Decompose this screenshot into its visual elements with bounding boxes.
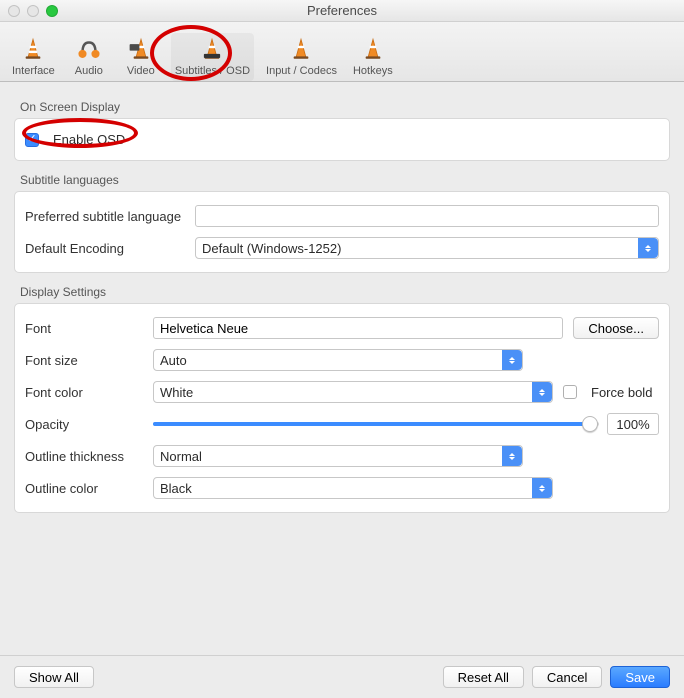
tab-label: Hotkeys	[353, 65, 393, 77]
close-window-button[interactable]	[8, 5, 20, 17]
titlebar: Preferences	[0, 0, 684, 22]
fontsize-select[interactable]: Auto	[153, 349, 523, 371]
chevron-updown-icon	[502, 350, 522, 370]
fontcolor-select[interactable]: White	[153, 381, 553, 403]
encoding-value: Default (Windows-1252)	[202, 241, 341, 256]
pref-lang-label: Preferred subtitle language	[25, 209, 185, 224]
sublang-group-label: Subtitle languages	[20, 173, 670, 187]
content-area: On Screen Display Enable OSD Subtitle la…	[0, 82, 684, 652]
outline-color-label: Outline color	[25, 481, 143, 496]
font-input[interactable]	[153, 317, 563, 339]
choose-font-button[interactable]: Choose...	[573, 317, 659, 339]
input-codecs-icon	[285, 35, 317, 63]
chevron-updown-icon	[502, 446, 522, 466]
encoding-select[interactable]: Default (Windows-1252)	[195, 237, 659, 259]
pref-lang-input[interactable]	[195, 205, 659, 227]
encoding-label: Default Encoding	[25, 241, 185, 256]
force-bold-label: Force bold	[591, 385, 652, 400]
display-group: Font Choose... Font size Auto Font color…	[14, 303, 670, 513]
tab-label: Video	[127, 65, 155, 77]
font-label: Font	[25, 321, 143, 336]
interface-icon	[17, 35, 49, 63]
chevron-updown-icon	[638, 238, 658, 258]
window-title: Preferences	[307, 3, 377, 18]
tab-video[interactable]: Video	[119, 33, 163, 81]
fontcolor-label: Font color	[25, 385, 143, 400]
enable-osd-label: Enable OSD	[53, 132, 125, 147]
cancel-button[interactable]: Cancel	[532, 666, 602, 688]
save-button[interactable]: Save	[610, 666, 670, 688]
tab-label: Interface	[12, 65, 55, 77]
display-group-label: Display Settings	[20, 285, 670, 299]
outline-thickness-value: Normal	[160, 449, 202, 464]
subtitles-icon	[196, 35, 228, 63]
outline-thickness-select[interactable]: Normal	[153, 445, 523, 467]
osd-group-label: On Screen Display	[20, 100, 670, 114]
zoom-window-button[interactable]	[46, 5, 58, 17]
enable-osd-checkbox[interactable]	[25, 133, 39, 147]
tab-audio[interactable]: Audio	[67, 33, 111, 81]
osd-group: Enable OSD	[14, 118, 670, 161]
opacity-label: Opacity	[25, 417, 143, 432]
chevron-updown-icon	[532, 478, 552, 498]
force-bold-checkbox[interactable]	[563, 385, 577, 399]
fontsize-label: Font size	[25, 353, 143, 368]
tab-hotkeys[interactable]: Hotkeys	[349, 33, 397, 81]
tab-label: Audio	[75, 65, 103, 77]
minimize-window-button[interactable]	[27, 5, 39, 17]
opacity-value: 100%	[607, 413, 659, 435]
outline-color-select[interactable]: Black	[153, 477, 553, 499]
fontcolor-value: White	[160, 385, 193, 400]
hotkeys-icon	[357, 35, 389, 63]
opacity-slider[interactable]	[153, 422, 599, 426]
footer-bar: Show All Reset All Cancel Save	[0, 655, 684, 698]
tab-input-codecs[interactable]: Input / Codecs	[262, 33, 341, 81]
outline-color-value: Black	[160, 481, 192, 496]
reset-all-button[interactable]: Reset All	[443, 666, 524, 688]
fontsize-value: Auto	[160, 353, 187, 368]
tab-interface[interactable]: Interface	[8, 33, 59, 81]
chevron-updown-icon	[532, 382, 552, 402]
tab-label: Input / Codecs	[266, 65, 337, 77]
video-icon	[125, 35, 157, 63]
tab-subtitles-osd[interactable]: Subtitles / OSD	[171, 33, 254, 81]
preferences-toolbar: Interface Audio Video Subtitles / OSD In…	[0, 22, 684, 82]
tab-label: Subtitles / OSD	[175, 65, 250, 77]
show-all-button[interactable]: Show All	[14, 666, 94, 688]
audio-icon	[73, 35, 105, 63]
outline-thickness-label: Outline thickness	[25, 449, 143, 464]
sublang-group: Preferred subtitle language Default Enco…	[14, 191, 670, 273]
